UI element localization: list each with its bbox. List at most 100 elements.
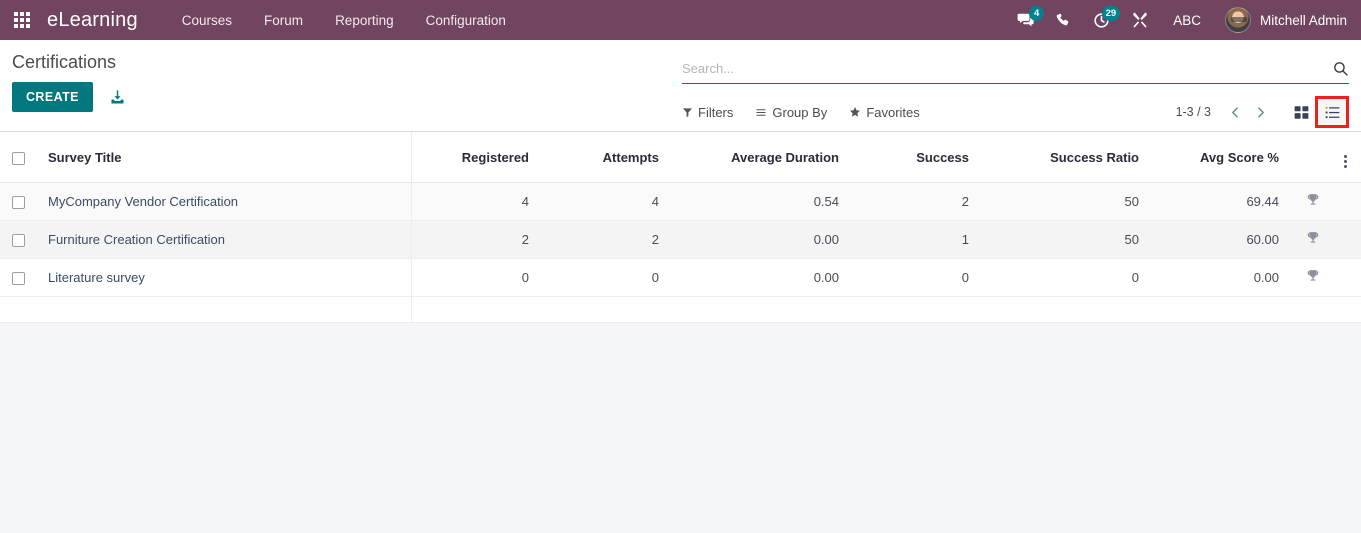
- table-row[interactable]: Furniture Creation Certification 2 2 0.0…: [0, 220, 1361, 259]
- cell-survey-title[interactable]: MyCompany Vendor Certification: [36, 182, 412, 221]
- cell-survey-title[interactable]: Furniture Creation Certification: [36, 220, 412, 259]
- user-menu[interactable]: Mitchell Admin: [1215, 7, 1347, 33]
- wrench-tools-icon[interactable]: [1121, 0, 1159, 40]
- search-bar[interactable]: [682, 48, 1349, 84]
- cell-avg-score: 69.44: [1151, 182, 1291, 221]
- phone-icon[interactable]: [1045, 0, 1082, 40]
- trophy-icon[interactable]: [1291, 220, 1335, 259]
- group-by-button[interactable]: Group By: [755, 105, 827, 120]
- list-view-sheet: Survey Title Registered Attempts Average…: [0, 132, 1361, 323]
- pager: 1-3 / 3: [1176, 96, 1349, 128]
- cell-registered: 4: [411, 182, 541, 221]
- empty-cell: [1291, 296, 1335, 323]
- empty-cell: [851, 296, 981, 323]
- cell-success: 1: [851, 220, 981, 259]
- app-brand-elearning[interactable]: eLearning: [47, 9, 138, 32]
- cell-attempts: 2: [541, 220, 671, 259]
- column-header-success-ratio[interactable]: Success Ratio: [981, 132, 1151, 183]
- column-header-survey-title[interactable]: Survey Title: [36, 132, 412, 183]
- checkbox-unchecked-icon[interactable]: [12, 272, 25, 286]
- column-header-attempts[interactable]: Attempts: [541, 132, 671, 183]
- table-header-row: Survey Title Registered Attempts Average…: [0, 132, 1361, 183]
- certifications-table: Survey Title Registered Attempts Average…: [0, 132, 1361, 323]
- abc-company-switcher[interactable]: ABC: [1159, 13, 1215, 28]
- chevron-left-icon[interactable]: [1223, 105, 1248, 120]
- navbar-right-group: 4 29 ABC Mitchell Admin: [1006, 0, 1361, 40]
- menu-item-configuration[interactable]: Configuration: [410, 0, 522, 40]
- cell-success: 2: [851, 182, 981, 221]
- search-input[interactable]: [682, 61, 1324, 76]
- optional-columns-button[interactable]: [1335, 132, 1361, 183]
- row-checkbox-cell: [0, 220, 36, 259]
- list-view-icon[interactable]: [1315, 96, 1349, 128]
- filters-button[interactable]: Filters: [682, 105, 733, 120]
- filter-funnel-icon: [682, 107, 693, 117]
- vertical-dots-icon[interactable]: [1343, 155, 1347, 168]
- empty-cell: [411, 296, 541, 323]
- cell-average-duration: 0.54: [671, 182, 851, 221]
- filters-label: Filters: [698, 104, 734, 120]
- filter-toolbar: Filters Group By Favorites 1-3 / 3: [682, 84, 1349, 128]
- search-icon[interactable]: [1324, 60, 1349, 77]
- cell-attempts: 4: [541, 182, 671, 221]
- menu-item-reporting[interactable]: Reporting: [319, 0, 410, 40]
- view-switcher: [1287, 96, 1349, 128]
- empty-cell: [0, 296, 36, 323]
- group-by-bars-icon: [756, 108, 767, 116]
- table-empty-row: [0, 296, 1361, 323]
- control-panel-right: Filters Group By Favorites 1-3 / 3: [672, 40, 1349, 128]
- column-header-registered[interactable]: Registered: [411, 132, 541, 183]
- trophy-icon[interactable]: [1291, 258, 1335, 297]
- messages-icon[interactable]: 4: [1006, 0, 1045, 40]
- control-panel-left: Certifications CREATE: [12, 40, 672, 128]
- avatar: [1224, 7, 1251, 33]
- activities-clock-icon[interactable]: 29: [1082, 0, 1121, 40]
- empty-cell: [541, 296, 671, 323]
- cell-success-ratio: 50: [981, 220, 1151, 259]
- page-title: Certifications: [12, 52, 117, 72]
- cell-average-duration: 0.00: [671, 258, 851, 297]
- checkbox-unchecked-icon[interactable]: [12, 151, 25, 165]
- cell-attempts: 0: [541, 258, 671, 297]
- cell-survey-title[interactable]: Literature survey: [36, 258, 412, 297]
- row-checkbox-cell: [0, 258, 36, 297]
- user-name-label: Mitchell Admin: [1259, 12, 1347, 28]
- pager-text: 1-3 / 3: [1175, 105, 1211, 119]
- create-button[interactable]: CREATE: [12, 82, 93, 112]
- favorites-label: Favorites: [866, 104, 920, 120]
- row-checkbox-cell: [0, 182, 36, 221]
- cell-success-ratio: 50: [981, 182, 1151, 221]
- kanban-view-icon[interactable]: [1287, 99, 1315, 125]
- cell-avg-score: 0.00: [1151, 258, 1291, 297]
- import-download-icon[interactable]: [109, 89, 126, 106]
- cell-average-duration: 0.00: [671, 220, 851, 259]
- apps-grid-icon[interactable]: [5, 12, 39, 28]
- table-row[interactable]: Literature survey 0 0 0.00 0 0 0.00: [0, 258, 1361, 297]
- chevron-right-icon[interactable]: [1248, 105, 1273, 120]
- top-navbar: eLearning Courses Forum Reporting Config…: [0, 0, 1361, 40]
- checkbox-unchecked-icon[interactable]: [12, 234, 25, 248]
- column-header-trophy: [1291, 132, 1335, 183]
- menu-item-courses[interactable]: Courses: [166, 0, 248, 40]
- row-end-cell: [1335, 220, 1361, 259]
- select-all-checkbox-cell: [0, 132, 36, 183]
- menu-item-forum[interactable]: Forum: [248, 0, 319, 40]
- checkbox-unchecked-icon[interactable]: [12, 196, 25, 210]
- table-row[interactable]: MyCompany Vendor Certification 4 4 0.54 …: [0, 182, 1361, 221]
- cell-success-ratio: 0: [981, 258, 1151, 297]
- column-header-success[interactable]: Success: [851, 132, 981, 183]
- empty-cell: [1335, 296, 1361, 323]
- row-end-cell: [1335, 182, 1361, 221]
- trophy-icon[interactable]: [1291, 182, 1335, 221]
- empty-cell: [671, 296, 851, 323]
- favorites-button[interactable]: Favorites: [849, 104, 920, 120]
- column-header-avg-score[interactable]: Avg Score %: [1151, 132, 1291, 183]
- control-panel: Certifications CREATE Search... Filters …: [0, 40, 1361, 132]
- column-header-average-duration[interactable]: Average Duration: [671, 132, 851, 183]
- messages-badge-count: 4: [1029, 6, 1045, 21]
- empty-cell: [1151, 296, 1291, 323]
- cell-registered: 0: [411, 258, 541, 297]
- empty-cell: [981, 296, 1151, 323]
- group-by-label: Group By: [772, 104, 828, 120]
- star-icon: [850, 107, 861, 117]
